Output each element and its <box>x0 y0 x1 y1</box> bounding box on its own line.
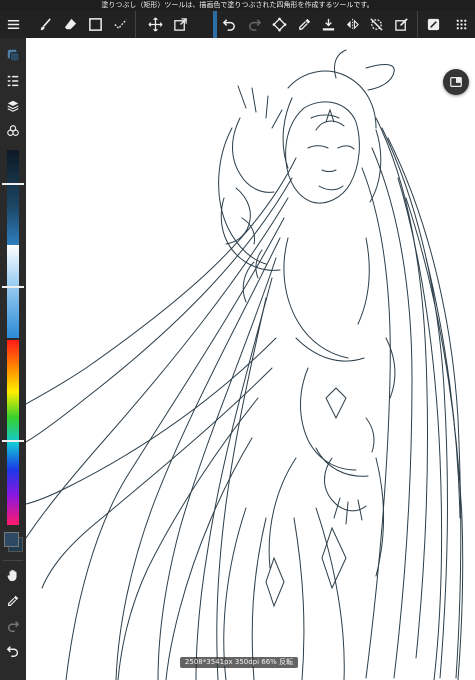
undo-icon <box>6 646 19 657</box>
free-transform-button[interactable] <box>269 14 290 35</box>
edit-square-button[interactable] <box>423 14 444 35</box>
fill-button[interactable] <box>318 14 339 35</box>
layers-button[interactable] <box>3 96 23 116</box>
menu-icon <box>7 20 20 29</box>
brush-size-slider[interactable] <box>2 150 24 245</box>
panel-divider <box>3 560 23 561</box>
color-swatch-icon <box>7 49 20 62</box>
redo-button[interactable] <box>244 14 265 35</box>
toolbar-divider <box>135 11 136 38</box>
top-toolbar <box>0 11 475 38</box>
slider-handle[interactable] <box>2 440 24 442</box>
materials-button[interactable] <box>3 121 23 141</box>
grid-menu-button[interactable] <box>451 14 472 35</box>
eyedropper-button[interactable] <box>294 14 315 35</box>
snap-button[interactable] <box>366 14 387 35</box>
left-tool-panel <box>0 38 26 680</box>
fill-icon <box>322 18 335 31</box>
eyedropper-button-left[interactable] <box>3 591 23 611</box>
menu-button[interactable] <box>3 14 24 35</box>
eraser-icon <box>64 18 77 30</box>
hand-icon <box>7 569 17 582</box>
line-art-illustration <box>26 49 464 680</box>
panel-toggle-button[interactable] <box>443 69 469 95</box>
foreground-color-box[interactable] <box>4 532 19 547</box>
free-transform-icon <box>272 17 287 32</box>
transform-tool-button[interactable] <box>170 14 191 35</box>
redo-icon <box>7 621 20 632</box>
slider-handle[interactable] <box>2 286 24 288</box>
flip-horizontal-button[interactable] <box>342 14 363 35</box>
tool-hint-text: 塗りつぶし（矩形）ツールは、描画色で塗りつぶされた四角形を作成するツールです。 <box>101 1 374 9</box>
brush-tool-button[interactable] <box>35 14 56 35</box>
edit-icon <box>395 18 408 31</box>
selection-pen-button[interactable] <box>110 14 131 35</box>
brush-list-icon <box>7 75 19 87</box>
brush-icon <box>40 18 51 31</box>
drawing-canvas[interactable] <box>26 38 475 680</box>
move-tool-button[interactable] <box>145 14 166 35</box>
canvas-status: 2508*3541px 350dpi 66% 反転 <box>180 657 298 668</box>
hand-tool-button[interactable] <box>3 565 23 585</box>
panel-icon <box>450 77 462 87</box>
layers-icon <box>7 100 19 112</box>
selection-pen-icon <box>114 19 127 30</box>
eraser-tool-button[interactable] <box>60 14 81 35</box>
undo-button[interactable] <box>219 14 240 35</box>
undo-button-left[interactable] <box>3 641 23 661</box>
toolbar-divider <box>417 11 418 38</box>
color-swatch-button[interactable] <box>3 45 23 65</box>
grid-menu-icon <box>456 19 467 30</box>
tool-hint-bar: 塗りつぶし（矩形）ツールは、描画色で塗りつぶされた四角形を作成するツールです。 <box>0 0 475 11</box>
brush-opacity-slider[interactable] <box>2 245 24 338</box>
snap-off-icon <box>370 18 383 31</box>
canvas-status-text: 2508*3541px 350dpi 66% 反転 <box>184 658 294 666</box>
active-layer-indicator <box>213 11 217 38</box>
flip-horizontal-icon <box>346 18 359 31</box>
redo-icon <box>249 19 262 31</box>
edit-square-icon <box>427 18 440 31</box>
rectangle-fill-button[interactable] <box>85 14 106 35</box>
slider-handle[interactable] <box>2 183 24 185</box>
eyedropper-icon <box>8 595 19 606</box>
brush-list-button[interactable] <box>3 71 23 91</box>
undo-icon <box>222 19 235 31</box>
edit-button[interactable] <box>391 14 412 35</box>
redo-button-left[interactable] <box>3 616 23 636</box>
move-icon <box>148 17 163 32</box>
hue-slider[interactable] <box>2 340 24 525</box>
eyedropper-icon <box>299 18 311 30</box>
transform-icon <box>174 18 187 31</box>
rectangle-icon <box>89 18 102 31</box>
materials-icon <box>7 125 19 136</box>
